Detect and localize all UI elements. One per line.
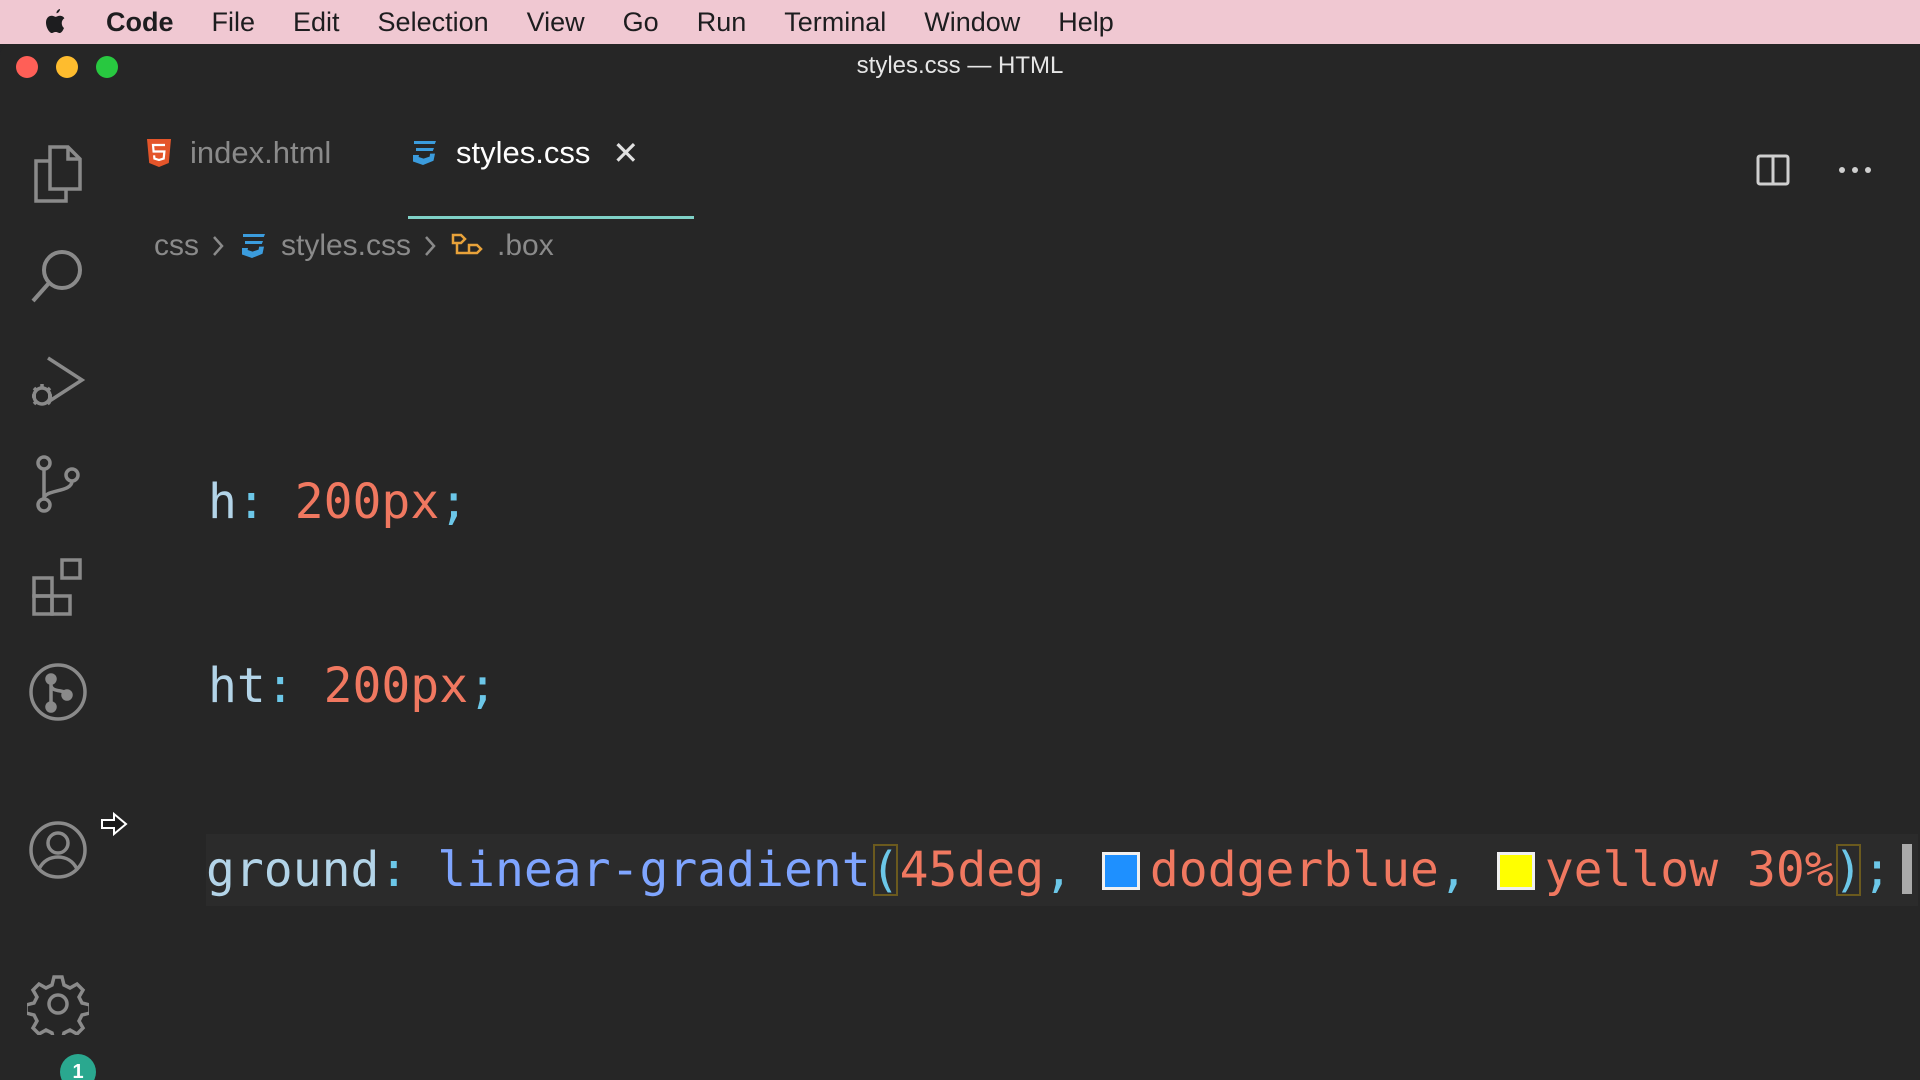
more-actions-icon[interactable] [1838, 166, 1872, 174]
color-swatch-yellow[interactable] [1496, 852, 1535, 890]
menu-view[interactable]: View [527, 7, 585, 38]
source-control-icon[interactable] [22, 448, 94, 520]
menu-file[interactable]: File [212, 7, 256, 38]
comma: , [1438, 842, 1468, 898]
menu-go[interactable]: Go [623, 7, 659, 38]
window-title: styles.css — HTML [856, 52, 1064, 79]
zoom-window-button[interactable] [96, 56, 118, 78]
explorer-icon[interactable] [22, 138, 94, 210]
css-property: h [208, 474, 237, 530]
apple-icon[interactable] [40, 7, 70, 37]
close-window-button[interactable] [16, 56, 38, 78]
active-tab-indicator [408, 216, 694, 219]
activity-bar: 1 [0, 88, 116, 1080]
css3-icon [408, 138, 438, 168]
run-debug-icon[interactable] [22, 346, 94, 418]
editor-actions [1708, 154, 1872, 186]
code-editor[interactable]: h: 200px; ht: 200px; ground: linear-grad… [206, 354, 1918, 1018]
comma: , [1044, 842, 1073, 898]
tab-label: index.html [190, 135, 332, 170]
code-line[interactable]: ht: 200px; [208, 650, 1918, 722]
semicolon: ; [1862, 842, 1892, 898]
css-property: ht [208, 658, 266, 714]
extensions-icon[interactable] [22, 550, 94, 622]
menu-selection[interactable]: Selection [378, 7, 489, 38]
menu-app-code[interactable]: Code [106, 7, 174, 38]
colon: : [236, 474, 266, 530]
tab-styles-css[interactable]: styles.css ✕ [408, 118, 639, 188]
menu-edit[interactable]: Edit [293, 7, 340, 38]
breadcrumb: css styles.css .box [154, 226, 554, 266]
symbol-class-icon [449, 231, 483, 261]
gradient-angle: 45deg [899, 842, 1045, 898]
color-keyword: dodgerblue [1149, 842, 1439, 898]
menu-run[interactable]: Run [697, 7, 747, 38]
tab-label: styles.css [456, 135, 591, 170]
html5-icon [146, 138, 172, 168]
css-property: ground [206, 842, 380, 898]
editor-window: styles.css — HTML 1 index.html styles.cs… [0, 44, 1920, 1080]
tab-index-html[interactable]: index.html [146, 118, 331, 188]
breadcrumb-file[interactable]: styles.css [281, 229, 411, 263]
css3-icon [237, 231, 267, 261]
breadcrumb-symbol[interactable]: .box [497, 229, 554, 263]
code-line[interactable]: h: 200px; [208, 466, 1918, 538]
mouse-pointer-icon [100, 811, 130, 841]
open-paren: ( [870, 842, 900, 898]
menu-help[interactable]: Help [1058, 7, 1114, 38]
color-keyword: yellow [1544, 842, 1719, 898]
settings-update-badge: 1 [60, 1054, 96, 1080]
search-icon[interactable] [22, 240, 94, 312]
semicolon: ; [468, 658, 498, 714]
color-swatch-dodgerblue[interactable] [1101, 852, 1140, 890]
close-tab-icon[interactable]: ✕ [612, 134, 639, 172]
css-value: 200px [323, 658, 469, 714]
menu-window[interactable]: Window [924, 7, 1020, 38]
menu-bar: Code File Edit Selection View Go Run Ter… [0, 0, 1920, 44]
tab-bar: index.html styles.css ✕ [116, 88, 1920, 219]
color-stop: 30% [1747, 842, 1834, 898]
git-graph-icon[interactable] [22, 656, 94, 728]
account-icon[interactable] [22, 814, 94, 886]
colon: : [379, 842, 409, 898]
text-cursor [1902, 844, 1912, 894]
css-function: linear-gradient [437, 842, 871, 898]
settings-icon[interactable] [22, 968, 94, 1040]
minimize-window-button[interactable] [56, 56, 78, 78]
split-editor-icon[interactable] [1756, 154, 1790, 186]
breadcrumb-folder[interactable]: css [154, 229, 199, 263]
css-value: 200px [294, 474, 440, 530]
chevron-right-icon [211, 235, 225, 257]
semicolon: ; [439, 474, 469, 530]
colon: : [265, 658, 295, 714]
chevron-right-icon [423, 235, 437, 257]
code-line-current[interactable]: ground: linear-gradient(45deg, dodgerblu… [206, 834, 1918, 906]
title-bar: styles.css — HTML [0, 44, 1920, 88]
close-paren: ) [1833, 842, 1863, 898]
menu-terminal[interactable]: Terminal [784, 7, 886, 38]
